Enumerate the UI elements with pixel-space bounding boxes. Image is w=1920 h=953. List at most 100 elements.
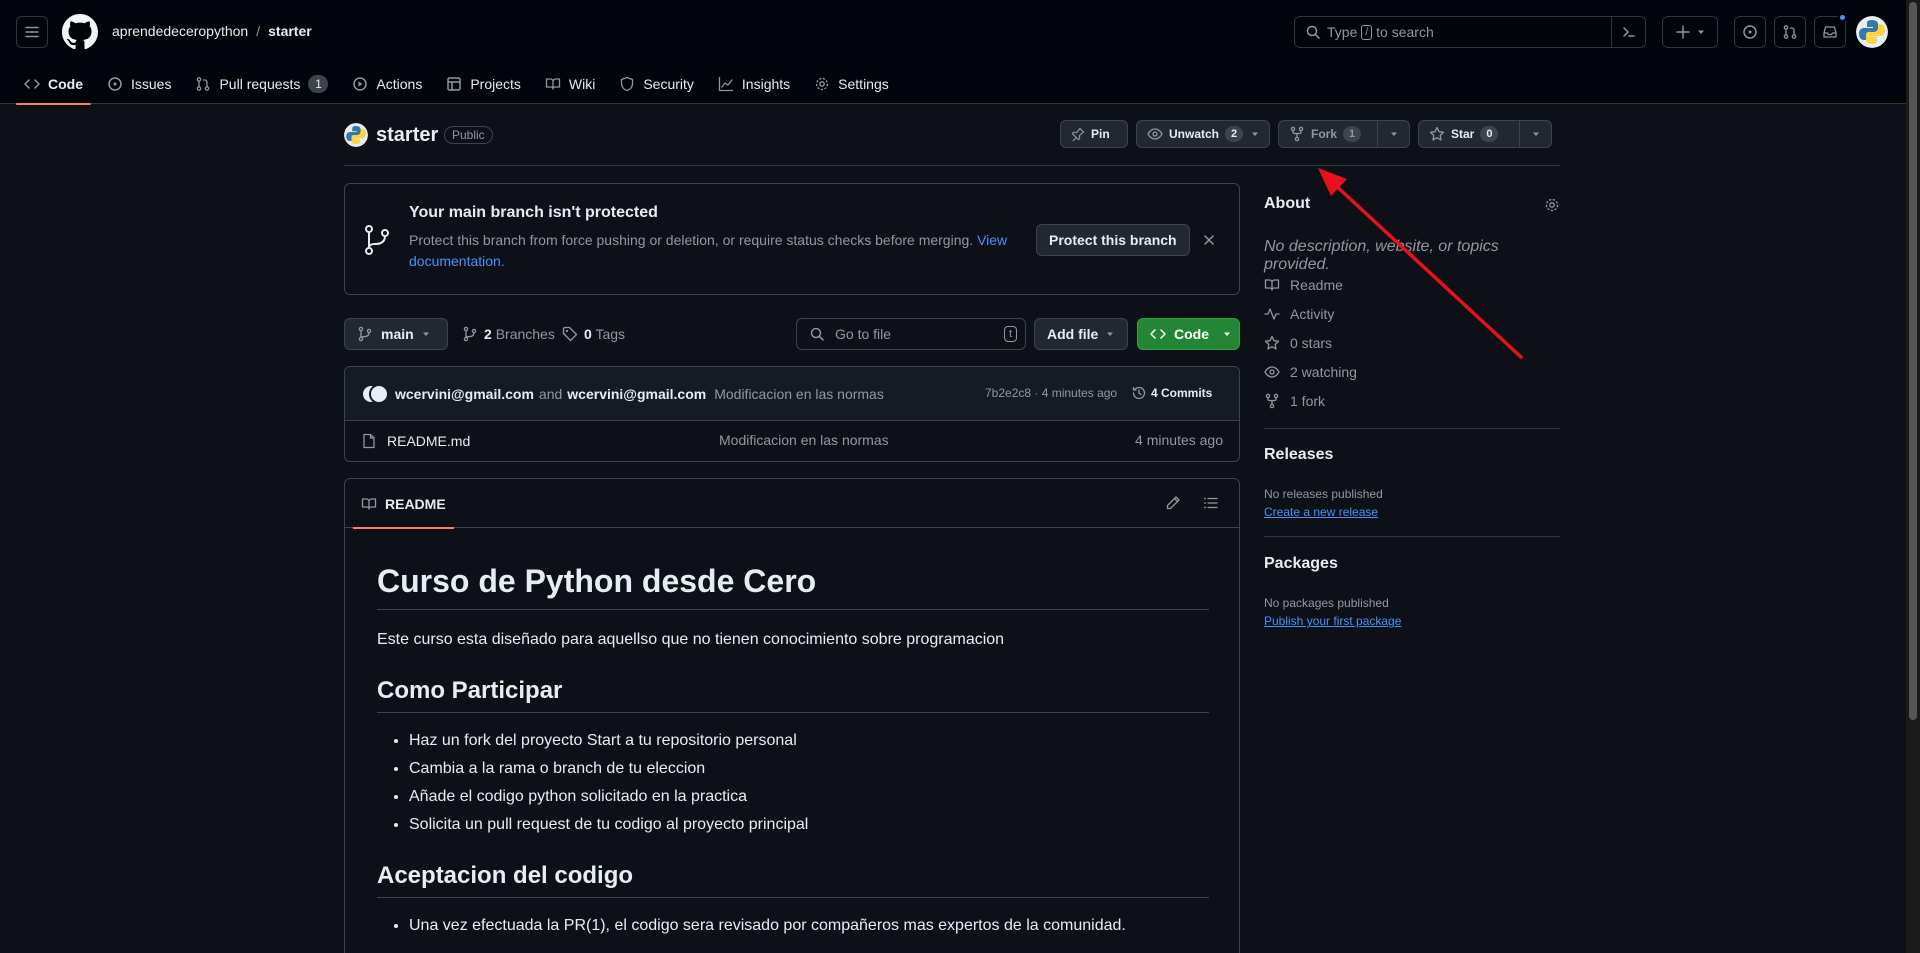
fork-button[interactable]: Fork 1	[1278, 120, 1410, 148]
star-count: 0	[1480, 126, 1499, 142]
tags-label: Tags	[595, 326, 626, 342]
pin-button[interactable]: Pin	[1060, 120, 1128, 148]
gear-icon[interactable]	[1544, 197, 1560, 213]
tab-label: Wiki	[568, 76, 596, 92]
github-logo-icon[interactable]	[62, 14, 98, 50]
star-icon	[1264, 335, 1280, 351]
file-age: 4 minutes ago	[1135, 432, 1223, 448]
command-palette-icon[interactable]	[1611, 17, 1645, 47]
git-branch-icon	[363, 224, 391, 256]
tags-link[interactable]: 0 Tags	[562, 326, 625, 342]
pulse-icon	[1264, 306, 1280, 322]
tab-insights[interactable]: Insights	[710, 64, 798, 104]
file-commit-message[interactable]: Modificacion en las normas	[719, 432, 889, 448]
star-dropdown[interactable]	[1519, 121, 1551, 147]
fork-label: Fork	[1311, 127, 1338, 141]
tab-label: Insights	[741, 76, 791, 92]
triangle-down-icon	[1223, 330, 1231, 338]
branch-selector[interactable]: main	[344, 318, 448, 350]
avatar[interactable]	[369, 383, 389, 404]
watch-button[interactable]: Unwatch 2	[1136, 120, 1270, 148]
protection-title: Your main branch isn't protected	[409, 204, 658, 221]
pull-request-icon	[195, 76, 211, 92]
triangle-down-icon	[1390, 130, 1398, 138]
readme-intro: Este curso esta diseñado para aquellso q…	[377, 631, 1005, 648]
protect-branch-button[interactable]: Protect this branch	[1036, 224, 1190, 256]
user-avatar[interactable]	[1856, 16, 1888, 48]
tab-actions[interactable]: Actions	[344, 64, 430, 104]
triangle-down-icon	[1532, 130, 1540, 138]
list-unordered-icon[interactable]	[1203, 495, 1219, 511]
tab-label: Code	[48, 76, 83, 92]
visibility-badge: Public	[444, 126, 493, 144]
sidebar-item-activity[interactable]: Activity	[1264, 306, 1334, 322]
tags-count: 0	[584, 326, 592, 342]
code-button[interactable]: Code	[1137, 318, 1240, 350]
create-new-button[interactable]	[1662, 16, 1718, 48]
pencil-icon[interactable]	[1165, 495, 1181, 511]
commit-coauthor[interactable]: wcervini@gmail.com	[567, 386, 706, 402]
commits-count: 4 Commits	[1151, 386, 1213, 400]
tab-readme[interactable]: README	[353, 479, 454, 529]
branches-link[interactable]: 2 Branches	[462, 326, 555, 342]
tab-code[interactable]: Code	[16, 64, 91, 105]
scrollbar-thumb[interactable]	[1909, 2, 1917, 720]
search-placeholder-post: to search	[1376, 24, 1434, 40]
list-item: Una vez efectuada la PR(1), el codigo se…	[409, 914, 1209, 938]
triangle-down-icon	[1251, 130, 1259, 138]
your-pull-requests-button[interactable]	[1774, 16, 1806, 48]
sidebar-item-readme[interactable]: Readme	[1264, 277, 1343, 293]
list-item: Añade el codigo python solicitado en la …	[409, 785, 1209, 809]
releases-empty: No releases published	[1264, 487, 1383, 501]
breadcrumb-owner[interactable]: aprendedeceropython	[112, 23, 248, 39]
tab-pull-requests[interactable]: Pull requests 1	[187, 64, 336, 104]
divider	[1264, 536, 1560, 537]
page-scrollbar[interactable]	[1906, 0, 1920, 953]
book-icon	[1264, 277, 1280, 293]
menu-icon[interactable]	[16, 16, 48, 48]
create-release-link[interactable]: Create a new release	[1264, 505, 1378, 519]
readme-header: README	[345, 479, 1239, 529]
tab-label: Actions	[376, 76, 423, 92]
fork-dropdown[interactable]	[1377, 121, 1409, 147]
file-name[interactable]: README.md	[387, 433, 470, 449]
tab-settings[interactable]: Settings	[806, 64, 897, 104]
watch-label: Unwatch	[1169, 127, 1220, 141]
repo-title[interactable]: starter	[376, 124, 438, 147]
triangle-down-icon	[1697, 28, 1705, 36]
commits-link[interactable]: 4 Commits	[1131, 385, 1212, 401]
commit-sha-time[interactable]: 7b2e2c8 · 4 minutes ago	[985, 386, 1117, 400]
pull-request-icon	[1782, 24, 1798, 40]
search-input[interactable]: Type / to search	[1294, 16, 1646, 48]
code-icon	[24, 76, 40, 92]
your-issues-button[interactable]	[1734, 16, 1766, 48]
close-icon[interactable]	[1199, 230, 1219, 250]
packages-title[interactable]: Packages	[1264, 555, 1338, 573]
publish-package-link[interactable]: Publish your first package	[1264, 614, 1401, 628]
sidebar-item-forks[interactable]: 1 fork	[1264, 393, 1325, 409]
tab-wiki[interactable]: Wiki	[537, 64, 603, 104]
latest-commit-row: wcervini@gmail.com and wcervini@gmail.co…	[345, 367, 1239, 421]
commit-message[interactable]: Modificacion en las normas	[714, 386, 884, 402]
file-listing: wcervini@gmail.com and wcervini@gmail.co…	[344, 366, 1240, 462]
go-to-file-input[interactable]: Go to file t	[796, 318, 1026, 350]
tab-projects[interactable]: Projects	[438, 64, 529, 104]
sidebar-item-watching[interactable]: 2 watching	[1264, 364, 1357, 380]
tab-label: Settings	[838, 76, 889, 92]
star-button[interactable]: Star 0	[1418, 120, 1552, 148]
packages-empty: No packages published	[1264, 596, 1389, 610]
tab-issues[interactable]: Issues	[99, 64, 179, 104]
add-file-button[interactable]: Add file	[1034, 318, 1128, 350]
star-label: Star	[1451, 127, 1475, 141]
tab-label: Projects	[470, 76, 521, 92]
releases-title[interactable]: Releases	[1264, 446, 1333, 464]
tab-security[interactable]: Security	[611, 64, 702, 104]
sidebar-item-stars[interactable]: 0 stars	[1264, 335, 1332, 351]
branches-label: Branches	[495, 326, 555, 342]
breadcrumb-repo[interactable]: starter	[268, 23, 312, 39]
commit-author[interactable]: wcervini@gmail.com	[395, 386, 534, 402]
code-icon	[1150, 326, 1166, 342]
triangle-down-icon	[1106, 330, 1114, 338]
eye-icon	[1147, 126, 1163, 142]
readme-steps: Haz un fork del proyecto Start a tu repo…	[377, 729, 1209, 837]
